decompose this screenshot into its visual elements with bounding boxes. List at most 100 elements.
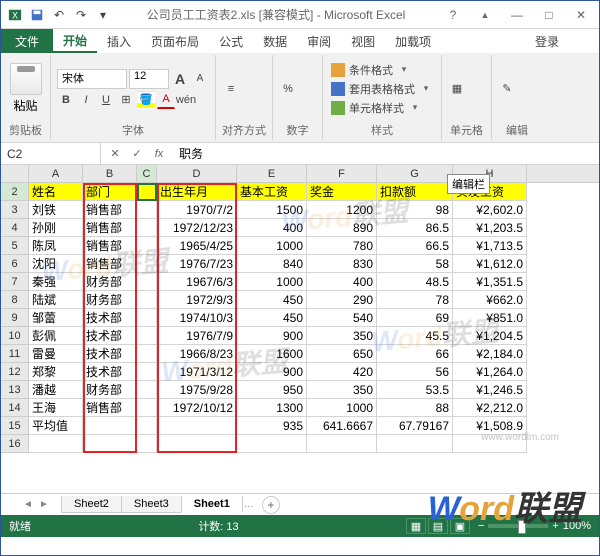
tab-review[interactable]: 审阅 bbox=[297, 29, 341, 53]
cell[interactable] bbox=[137, 309, 157, 327]
add-sheet-button[interactable]: + bbox=[262, 496, 280, 514]
align-icon[interactable]: ≡ bbox=[222, 80, 240, 98]
cell[interactable]: 1200 bbox=[307, 201, 377, 219]
row-header[interactable]: 9 bbox=[1, 309, 29, 327]
redo-icon[interactable]: ↷ bbox=[71, 5, 91, 25]
cell[interactable]: 出生年月 bbox=[157, 183, 237, 201]
cell[interactable]: 1976/7/9 bbox=[157, 327, 237, 345]
italic-button[interactable]: I bbox=[77, 91, 95, 109]
cell[interactable] bbox=[137, 219, 157, 237]
cell[interactable]: 450 bbox=[237, 291, 307, 309]
cell[interactable]: 财务部 bbox=[83, 273, 137, 291]
cell[interactable]: 技术部 bbox=[83, 345, 137, 363]
cell[interactable]: 销售部 bbox=[83, 399, 137, 417]
col-header[interactable]: E bbox=[237, 165, 307, 182]
cell[interactable]: ¥1,713.5 bbox=[453, 237, 527, 255]
cell[interactable]: 98 bbox=[377, 201, 453, 219]
cell[interactable]: 1000 bbox=[237, 237, 307, 255]
cell[interactable]: 彭佩 bbox=[29, 327, 83, 345]
cells-area[interactable]: 姓名部门出生年月基本工资奖金扣款额实发工资刘铁销售部1970/7/2150012… bbox=[29, 183, 527, 453]
cell[interactable]: 650 bbox=[307, 345, 377, 363]
cancel-icon[interactable]: ✕ bbox=[105, 145, 125, 163]
tab-layout[interactable]: 页面布局 bbox=[141, 29, 209, 53]
cell-style-button[interactable]: 单元格样式▾ bbox=[329, 99, 435, 117]
fx-icon[interactable]: fx bbox=[149, 145, 169, 163]
cell[interactable]: 王海 bbox=[29, 399, 83, 417]
cell[interactable]: 1976/7/23 bbox=[157, 255, 237, 273]
sheet-tab[interactable]: Sheet1 bbox=[181, 496, 243, 513]
cell[interactable]: 840 bbox=[237, 255, 307, 273]
cell[interactable]: 900 bbox=[237, 363, 307, 381]
cell[interactable]: 沈阳 bbox=[29, 255, 83, 273]
cell[interactable] bbox=[29, 435, 83, 453]
cell[interactable]: 950 bbox=[237, 381, 307, 399]
row-header[interactable]: 3 bbox=[1, 201, 29, 219]
cell[interactable]: 1974/10/3 bbox=[157, 309, 237, 327]
cell[interactable]: 1000 bbox=[237, 273, 307, 291]
row-header[interactable]: 14 bbox=[1, 399, 29, 417]
row-header[interactable]: 5 bbox=[1, 237, 29, 255]
shrink-font-button[interactable]: A bbox=[191, 70, 209, 88]
cell[interactable] bbox=[137, 291, 157, 309]
cell[interactable] bbox=[377, 435, 453, 453]
row-header[interactable]: 15 bbox=[1, 417, 29, 435]
cell[interactable] bbox=[157, 417, 237, 435]
cell[interactable]: 销售部 bbox=[83, 219, 137, 237]
cell[interactable]: 基本工资 bbox=[237, 183, 307, 201]
cell[interactable]: 830 bbox=[307, 255, 377, 273]
cell[interactable]: 技术部 bbox=[83, 363, 137, 381]
col-header[interactable]: B bbox=[83, 165, 137, 182]
cell[interactable]: 1967/6/3 bbox=[157, 273, 237, 291]
cell[interactable] bbox=[137, 255, 157, 273]
sheet-tab[interactable]: Sheet3 bbox=[121, 496, 182, 513]
row-header[interactable]: 8 bbox=[1, 291, 29, 309]
cell[interactable]: 56 bbox=[377, 363, 453, 381]
ribbon-options-icon[interactable]: ▲ bbox=[471, 5, 499, 25]
cell[interactable]: ¥851.0 bbox=[453, 309, 527, 327]
cell[interactable]: ¥2,184.0 bbox=[453, 345, 527, 363]
paste-button[interactable]: 粘贴 bbox=[7, 63, 44, 114]
cell[interactable] bbox=[137, 183, 157, 201]
tab-addin[interactable]: 加载项 bbox=[385, 29, 441, 53]
col-header[interactable]: F bbox=[307, 165, 377, 182]
cell[interactable]: 1975/9/28 bbox=[157, 381, 237, 399]
cell[interactable]: 1500 bbox=[237, 201, 307, 219]
cell[interactable]: 财务部 bbox=[83, 381, 137, 399]
cell[interactable]: ¥2,212.0 bbox=[453, 399, 527, 417]
cell[interactable] bbox=[137, 435, 157, 453]
cell[interactable]: 陆斌 bbox=[29, 291, 83, 309]
row-header[interactable]: 12 bbox=[1, 363, 29, 381]
close-icon[interactable]: ✕ bbox=[567, 5, 595, 25]
cell[interactable]: 陈凤 bbox=[29, 237, 83, 255]
col-header[interactable]: C bbox=[137, 165, 157, 182]
cell[interactable]: 400 bbox=[237, 219, 307, 237]
tab-file[interactable]: 文件 bbox=[1, 29, 53, 53]
cell[interactable]: 900 bbox=[237, 327, 307, 345]
cell[interactable] bbox=[137, 399, 157, 417]
row-header[interactable]: 10 bbox=[1, 327, 29, 345]
col-header[interactable]: G bbox=[377, 165, 453, 182]
enter-icon[interactable]: ✓ bbox=[127, 145, 147, 163]
save-icon[interactable] bbox=[27, 5, 47, 25]
conditional-format-button[interactable]: 条件格式▾ bbox=[329, 61, 435, 79]
cell[interactable]: ¥1,203.5 bbox=[453, 219, 527, 237]
sheet-nav-prev[interactable]: ◄ bbox=[21, 498, 35, 512]
cell[interactable] bbox=[137, 327, 157, 345]
cell[interactable]: 1965/4/25 bbox=[157, 237, 237, 255]
table-format-button[interactable]: 套用表格格式▾ bbox=[329, 80, 435, 98]
cell[interactable] bbox=[137, 345, 157, 363]
cell[interactable]: 641.6667 bbox=[307, 417, 377, 435]
cell[interactable]: 技术部 bbox=[83, 327, 137, 345]
cell[interactable]: 销售部 bbox=[83, 201, 137, 219]
row-header[interactable]: 2 bbox=[1, 183, 29, 201]
maximize-icon[interactable]: □ bbox=[535, 5, 563, 25]
cell[interactable]: 1000 bbox=[307, 399, 377, 417]
excel-icon[interactable]: X bbox=[5, 5, 25, 25]
cell[interactable]: 350 bbox=[307, 381, 377, 399]
cell[interactable] bbox=[137, 237, 157, 255]
tab-insert[interactable]: 插入 bbox=[97, 29, 141, 53]
tab-login[interactable]: 登录 bbox=[525, 29, 569, 53]
bold-button[interactable]: B bbox=[57, 91, 75, 109]
cell[interactable]: 67.79167 bbox=[377, 417, 453, 435]
sheet-tab[interactable]: Sheet2 bbox=[61, 496, 122, 513]
